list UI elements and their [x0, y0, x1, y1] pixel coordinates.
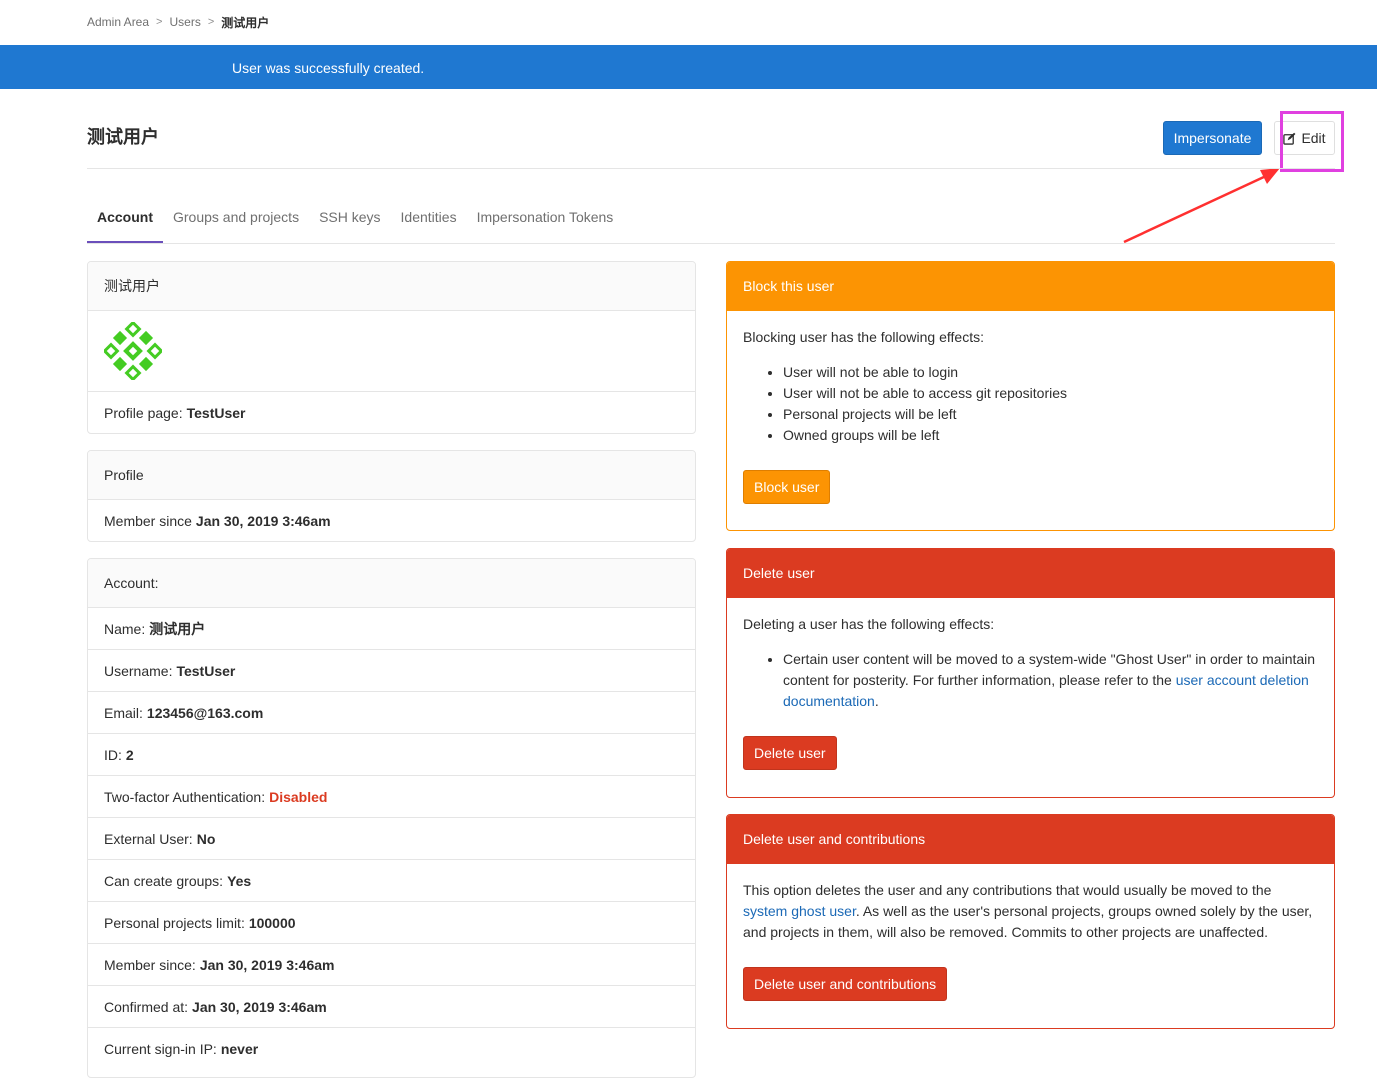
delete-effects-list: Certain user content will be moved to a …	[743, 649, 1318, 712]
member-since-label: Member since	[104, 513, 192, 529]
account-value: Jan 30, 2019 3:46am	[199, 956, 335, 973]
account-label: Name:	[104, 620, 146, 637]
impersonate-button[interactable]: Impersonate	[1163, 121, 1262, 155]
pencil-square-icon	[1283, 132, 1296, 145]
block-user-card-body: Blocking user has the following effects:…	[727, 311, 1334, 520]
account-label: Two-factor Authentication:	[104, 788, 266, 805]
account-label: Username:	[104, 662, 173, 679]
block-user-card: Block this user Blocking user has the fo…	[726, 261, 1335, 531]
account-value: Jan 30, 2019 3:46am	[192, 998, 327, 1015]
account-row-confirmed-at: Confirmed at: Jan 30, 2019 3:46am	[88, 986, 695, 1028]
breadcrumb-admin-area[interactable]: Admin Area	[87, 15, 149, 29]
delete-contributions-text-before: This option deletes the user and any con…	[743, 882, 1272, 898]
account-row-projects-limit: Personal projects limit: 100000	[88, 902, 695, 944]
title-divider	[87, 168, 1335, 169]
delete-user-card-body: Deleting a user has the following effect…	[727, 598, 1334, 786]
account-value: 100000	[248, 914, 296, 931]
account-row-can-create-groups: Can create groups: Yes	[88, 860, 695, 902]
tab-account[interactable]: Account	[87, 197, 163, 243]
member-since-row: Member since Jan 30, 2019 3:46am	[88, 500, 695, 541]
account-row-member-since: Member since: Jan 30, 2019 3:46am	[88, 944, 695, 986]
account-value: No	[196, 830, 216, 847]
block-user-intro: Blocking user has the following effects:	[743, 329, 984, 345]
list-item: Personal projects will be left	[783, 404, 1318, 425]
tab-impersonation-tokens[interactable]: Impersonation Tokens	[467, 197, 624, 243]
account-value: never	[220, 1041, 259, 1057]
avatar-row	[88, 311, 695, 392]
account-label: Confirmed at:	[104, 998, 189, 1015]
delete-user-card-title: Delete user	[727, 549, 1334, 598]
chevron-right-icon: >	[207, 16, 215, 28]
member-since-value: Jan 30, 2019 3:46am	[195, 513, 331, 529]
breadcrumb-users[interactable]: Users	[169, 15, 200, 29]
account-label: ID:	[104, 746, 122, 763]
account-row-username: Username: TestUser	[88, 650, 695, 692]
account-card-title: Account:	[88, 559, 695, 608]
tabs-divider	[87, 243, 1335, 244]
two-factor-status: Disabled	[269, 788, 328, 805]
profile-card: Profile Member since Jan 30, 2019 3:46am	[87, 450, 696, 542]
account-value: 测试用户	[149, 620, 206, 637]
edit-button[interactable]: Edit	[1274, 121, 1335, 155]
account-label: Personal projects limit:	[104, 914, 245, 931]
block-effects-list: User will not be able to login User will…	[743, 362, 1318, 446]
account-label: Current sign-in IP:	[104, 1041, 217, 1057]
tab-groups-and-projects[interactable]: Groups and projects	[163, 197, 309, 243]
chevron-right-icon: >	[156, 16, 163, 28]
list-item: User will not be able to access git repo…	[783, 383, 1318, 404]
list-item: Owned groups will be left	[783, 425, 1318, 446]
user-card-title: 测试用户	[88, 262, 695, 311]
account-row-two-factor: Two-factor Authentication: Disabled	[88, 776, 695, 818]
account-row-email: Email: 123456@163.com	[88, 692, 695, 734]
profile-page-label: Profile page:	[104, 405, 183, 421]
account-row-name: Name: 测试用户	[88, 608, 695, 650]
list-item: User will not be able to login	[783, 362, 1318, 383]
user-card: 测试用户 Profile page: TestUser	[87, 261, 696, 434]
block-user-button[interactable]: Block user	[743, 470, 831, 504]
tab-identities[interactable]: Identities	[391, 197, 467, 243]
profile-page-row: Profile page: TestUser	[88, 392, 695, 433]
profile-page-link[interactable]: TestUser	[187, 405, 246, 421]
tab-ssh-keys[interactable]: SSH keys	[309, 197, 390, 243]
account-value: Yes	[227, 872, 252, 889]
account-label: Email:	[104, 704, 143, 721]
system-ghost-user-link[interactable]: system ghost user	[743, 903, 856, 919]
list-item: Certain user content will be moved to a …	[783, 649, 1318, 712]
page-title: 测试用户	[87, 127, 159, 147]
account-value: 123456@163.com	[146, 704, 264, 721]
account-card: Account: Name: 测试用户 Username: TestUser Ema…	[87, 558, 696, 1078]
breadcrumb: Admin Area > Users > 测试用户	[87, 13, 269, 31]
flash-message: User was successfully created.	[232, 60, 425, 76]
flash-notice: User was successfully created.	[0, 45, 1377, 89]
account-row-sign-in-ip: Current sign-in IP: never	[88, 1028, 695, 1070]
delete-user-button[interactable]: Delete user	[743, 736, 837, 770]
delete-contributions-card-body: This option deletes the user and any con…	[727, 864, 1334, 1017]
block-user-card-title: Block this user	[727, 262, 1334, 311]
delete-contributions-card: Delete user and contributions This optio…	[726, 814, 1335, 1029]
account-label: Can create groups:	[104, 872, 224, 889]
delete-user-and-contributions-button[interactable]: Delete user and contributions	[743, 967, 948, 1001]
avatar	[104, 322, 162, 380]
account-row-id: ID: 2	[88, 734, 695, 776]
delete-contributions-card-title: Delete user and contributions	[727, 815, 1334, 864]
profile-card-title: Profile	[88, 451, 695, 500]
tab-bar: Account Groups and projects SSH keys Ide…	[87, 197, 623, 244]
delete-user-intro: Deleting a user has the following effect…	[743, 616, 995, 632]
edit-button-label: Edit	[1301, 130, 1326, 146]
account-value: 2	[125, 746, 134, 763]
delete-user-card: Delete user Deleting a user has the foll…	[726, 548, 1335, 798]
account-label: Member since:	[104, 956, 196, 973]
account-label: External User:	[104, 830, 193, 847]
delete-contributions-text: This option deletes the user and any con…	[743, 880, 1318, 943]
account-value: TestUser	[176, 662, 236, 679]
account-row-external-user: External User: No	[88, 818, 695, 860]
breadcrumb-current[interactable]: 测试用户	[221, 14, 269, 31]
